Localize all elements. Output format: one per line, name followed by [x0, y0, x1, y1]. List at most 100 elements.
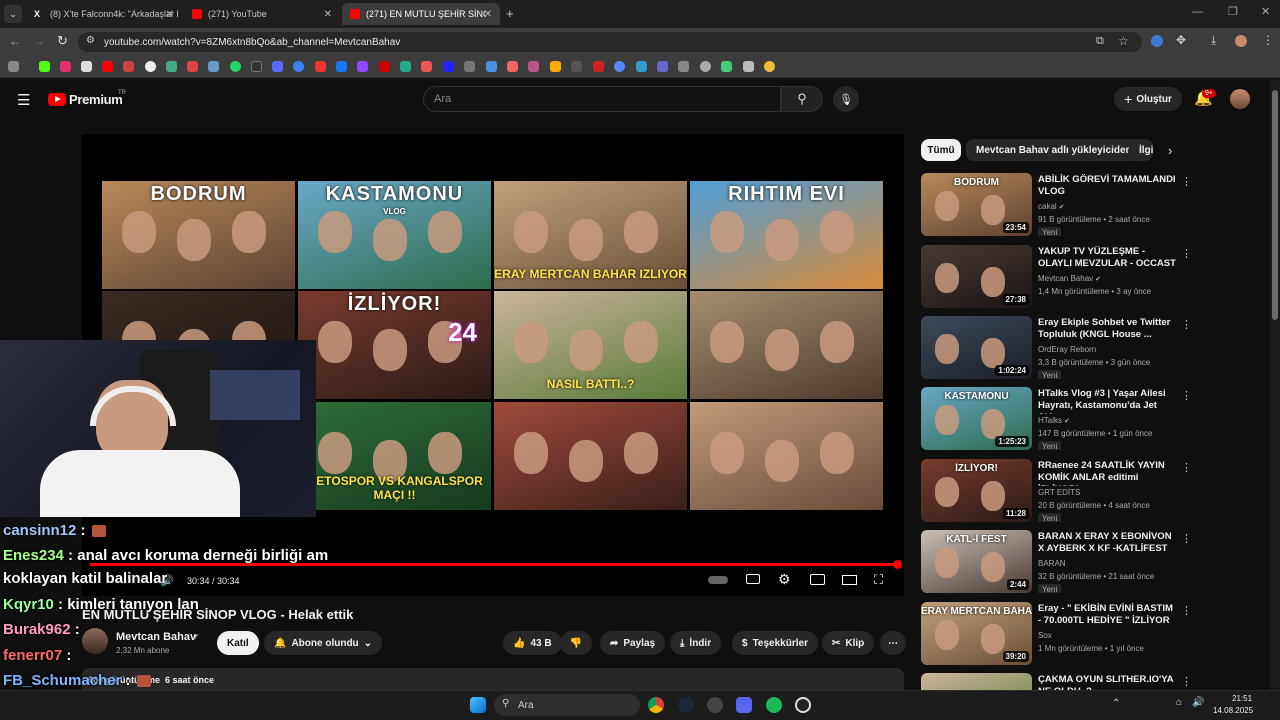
close-icon[interactable]: ✕ [324, 9, 332, 20]
install-icon[interactable]: ⧉ [1096, 35, 1104, 48]
bookmark-icon[interactable] [230, 61, 241, 72]
back-icon[interactable]: ← [9, 34, 21, 48]
taskbar-clock[interactable]: 21:51 [1232, 694, 1252, 703]
tab-x[interactable]: X (8) X'te Falconn4k: "Arkadaşlar l ✕ [26, 3, 182, 25]
join-button[interactable]: Katıl [217, 631, 259, 655]
bookmark-icon[interactable] [486, 61, 497, 72]
recommendation-card[interactable]: BODRUM 23:54 ABİLİK GÖREVİ TAMAMLANDI VLOG… [921, 173, 1266, 236]
end-screen-thumbnail[interactable]: BODRUM [102, 181, 295, 289]
recommendation-thumbnail[interactable]: 27:38 [921, 245, 1032, 308]
site-info-icon[interactable]: ⚙ [86, 35, 95, 46]
taskbar-search-box[interactable]: ⚲ Ara [494, 694, 640, 716]
taskbar-date[interactable]: 14.08.2025 [1213, 706, 1253, 715]
download-icon[interactable]: ⤓ [1211, 33, 1216, 48]
theater-mode-icon[interactable] [842, 575, 857, 585]
bookmark-icon[interactable] [614, 61, 625, 72]
progress-scrubber[interactable] [893, 560, 902, 569]
thanks-button[interactable]: $ Teşekkürler [732, 631, 818, 655]
profile-avatar-icon[interactable] [1235, 35, 1247, 47]
bookmark-icon[interactable] [145, 61, 156, 72]
subscribed-button[interactable]: 🔔 Abone olundu ⌄ [264, 631, 383, 655]
tray-network-icon[interactable]: ⌂ [1176, 697, 1182, 708]
search-button[interactable]: ⚲ [781, 86, 823, 112]
recommendation-thumbnail[interactable]: İZLİYOR! 11:28 [921, 459, 1032, 522]
extension-icon[interactable] [1151, 35, 1163, 47]
end-screen-thumbnail[interactable]: KASTAMONU VLOG [298, 181, 491, 289]
windows-start-icon[interactable] [470, 697, 486, 713]
share-button[interactable]: ➦ Paylaş [600, 631, 666, 655]
bookmark-icon[interactable] [357, 61, 368, 72]
voice-search-button[interactable]: 🎙 [833, 86, 859, 112]
bookmark-icon[interactable] [293, 61, 304, 72]
end-screen-thumbnail[interactable] [690, 402, 883, 510]
bookmark-icon[interactable] [39, 61, 50, 72]
miniplayer-icon[interactable] [810, 574, 825, 585]
download-button[interactable]: ⤓ İndir [670, 631, 722, 655]
hamburger-menu-icon[interactable]: ☰ [17, 91, 30, 109]
brand-premium[interactable]: Premium [69, 92, 123, 107]
bookmark-icon[interactable] [593, 61, 604, 72]
new-tab-button[interactable]: + [506, 6, 514, 21]
bookmark-icon[interactable] [336, 61, 347, 72]
recommendation-thumbnail[interactable]: ERAY MERTCAN BAHAR IZ 39:20 [921, 602, 1032, 665]
end-screen-thumbnail[interactable]: METOSPOR VS KANGALSPOR MAÇI !! [298, 402, 491, 510]
bookmark-icon[interactable] [272, 61, 283, 72]
recommendation-card[interactable]: KATL-İ FEST 2:44 BARAN X ERAY X EBONİVON X… [921, 530, 1266, 593]
more-options-icon[interactable]: ⋮ [1181, 389, 1192, 402]
bookmark-icon[interactable] [208, 61, 219, 72]
chevron-right-icon[interactable]: › [1168, 143, 1172, 158]
bookmark-star-icon[interactable]: ☆ [1118, 34, 1129, 48]
reload-icon[interactable]: ↻ [57, 33, 68, 49]
account-avatar[interactable] [1230, 89, 1250, 109]
url-field[interactable]: ⚙ youtube.com/watch?v=8ZM6xtn8bQo&ab_cha… [78, 32, 1142, 52]
more-options-icon[interactable]: ⋮ [1181, 532, 1192, 545]
recommendation-thumbnail[interactable]: KATL-İ FEST 2:44 [921, 530, 1032, 593]
bookmark-icon[interactable] [764, 61, 775, 72]
clip-button[interactable]: ✂ Klip [822, 631, 875, 655]
tab-current-video[interactable]: (271) EN MUTLU ŞEHİR SİNOP ✕ [342, 3, 500, 25]
bookmark-icon[interactable] [464, 61, 475, 72]
recommendation-card[interactable]: 27:38 YAKUP TV YÜZLEŞME - OLAYLI MEVZULAR… [921, 245, 1266, 308]
bookmark-icon[interactable] [187, 61, 198, 72]
bookmark-icon[interactable] [315, 61, 326, 72]
recommendation-thumbnail[interactable]: BODRUM 23:54 [921, 173, 1032, 236]
discord-icon[interactable] [736, 697, 752, 713]
scrollbar-thumb[interactable] [1272, 90, 1278, 320]
bookmark-icon[interactable] [102, 61, 113, 72]
create-button[interactable]: + Oluştur [1114, 87, 1182, 111]
forward-icon[interactable]: → [33, 34, 45, 48]
more-options-icon[interactable]: ⋮ [1181, 247, 1192, 260]
tray-volume-icon[interactable]: 🔊 [1192, 697, 1204, 708]
dislike-button[interactable]: 👎 [560, 631, 592, 655]
settings-gear-icon[interactable]: ⚙ [778, 571, 791, 588]
more-options-icon[interactable]: ⋮ [1181, 175, 1192, 188]
maximize-button[interactable]: ❐ [1228, 5, 1238, 18]
tab-youtube-home[interactable]: (271) YouTube ✕ [184, 3, 340, 25]
app-icon[interactable] [707, 697, 723, 713]
recommendation-card[interactable]: ÇAKMA OYUN SLITHER.IO'YA NE OLDU..? ⋮ [921, 673, 1266, 690]
end-screen-thumbnail[interactable]: ERAY MERTCAN BAHAR IZLIYOR [494, 181, 687, 289]
recommendation-thumbnail[interactable] [921, 673, 1032, 690]
bookmark-icon[interactable] [721, 61, 732, 72]
puzzle-icon[interactable]: ✥ [1176, 33, 1186, 47]
tray-chevron-up-icon[interactable]: ⌃ [1112, 698, 1120, 709]
recommendation-card[interactable]: KASTAMONU 1:25:23 HTalks Vlog #3 | Yaşar A… [921, 387, 1266, 450]
bookmark-icon[interactable] [636, 61, 647, 72]
subtitles-icon[interactable] [746, 574, 760, 584]
bookmark-icon[interactable] [678, 61, 689, 72]
media-player-icon[interactable] [795, 697, 811, 713]
close-window-button[interactable]: ✕ [1261, 5, 1270, 18]
end-screen-thumbnail[interactable] [690, 291, 883, 399]
chrome-icon[interactable] [648, 697, 664, 713]
bookmark-icon[interactable] [657, 61, 668, 72]
end-screen-thumbnail[interactable]: NASIL BATTI..? [494, 291, 687, 399]
chip-all[interactable]: Tümü [921, 139, 961, 161]
spotify-icon[interactable] [766, 697, 782, 713]
channel-avatar[interactable] [82, 628, 108, 654]
bookmark-icon[interactable] [700, 61, 711, 72]
chip-from-uploader[interactable]: Mevtcan Bahav adlı yükleyiciden [966, 139, 1142, 161]
bookmark-icon[interactable] [166, 61, 177, 72]
bookmark-icon[interactable] [443, 61, 454, 72]
bookmark-icon[interactable] [507, 61, 518, 72]
tab-search-icon[interactable]: ⌄ [4, 5, 22, 23]
